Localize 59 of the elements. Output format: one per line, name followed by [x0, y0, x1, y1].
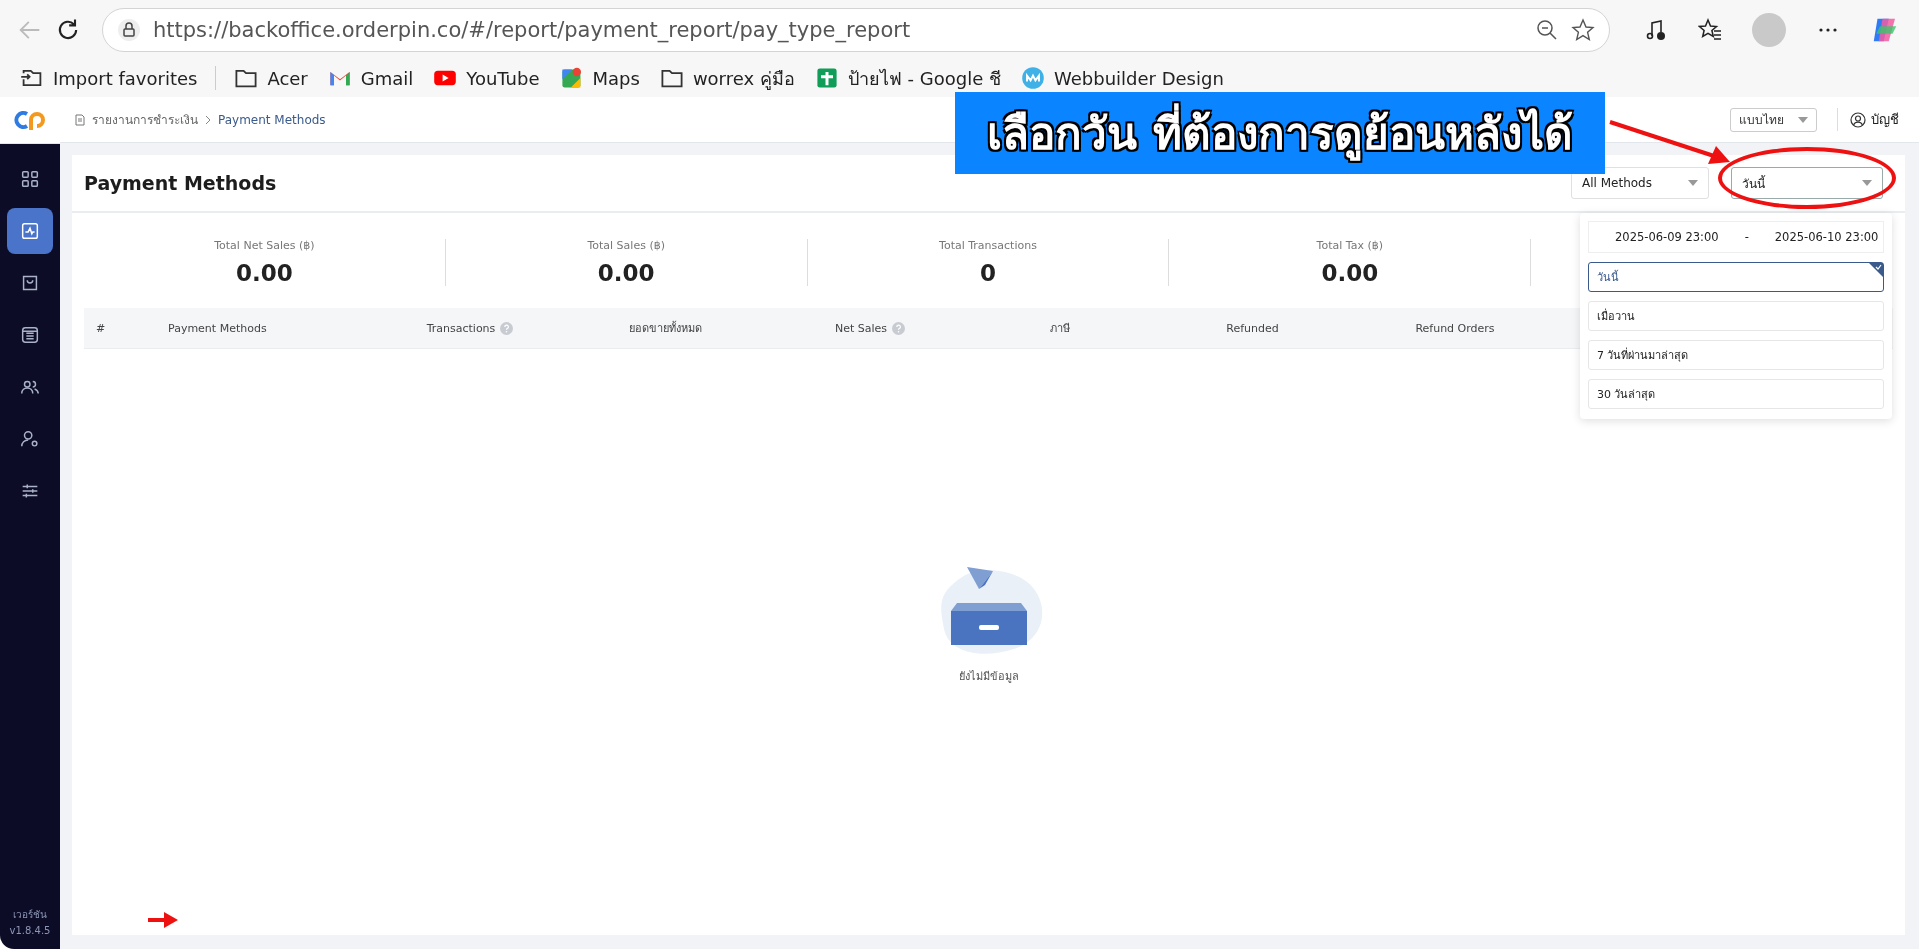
grid-icon	[19, 168, 41, 190]
bookmark[interactable]: Maps	[551, 63, 648, 93]
user-gear-icon	[19, 428, 41, 450]
logo-icon	[13, 109, 47, 131]
caret-icon	[1688, 180, 1698, 186]
stat-value: 0.00	[597, 260, 655, 286]
date-select[interactable]: วันนี้	[1731, 167, 1883, 199]
breadcrumb-current: Payment Methods	[218, 112, 326, 127]
date-option[interactable]: 7 วันที่ผ่านมาล่าสุด	[1588, 340, 1884, 370]
bookmark[interactable]: YouTube	[425, 63, 548, 93]
pulse-icon	[19, 220, 41, 242]
bookmark[interactable]: Gmail	[319, 63, 422, 93]
account-button[interactable]: บัญชี	[1837, 108, 1905, 131]
check-icon	[1869, 263, 1883, 277]
stat-label: Total Sales (฿)	[587, 239, 665, 252]
stat-label: Total Tax (฿)	[1316, 239, 1383, 252]
stat-label: Total Net Sales (฿)	[214, 239, 315, 252]
annotation-banner: เลือกวัน ที่ต้องการดูย้อนหลังได้	[955, 92, 1605, 174]
map-icon	[559, 66, 584, 90]
empty-message: ยังไม่มีข้อมูล	[958, 669, 1019, 685]
zoom-out-icon[interactable]	[1535, 18, 1559, 42]
document-icon	[74, 113, 86, 126]
archive-icon	[19, 324, 41, 346]
star-icon[interactable]	[1571, 18, 1595, 42]
date-option[interactable]: เมื่อวาน	[1588, 301, 1884, 331]
column-header: Refund Orders	[1415, 321, 1495, 335]
address-bar[interactable]: https://backoffice.orderpin.co/#/report/payment_report/pay_type_report	[102, 8, 1610, 52]
stat-value: 0.00	[1321, 260, 1379, 286]
sidebar-item[interactable]	[7, 208, 53, 254]
column-header: #	[96, 321, 106, 335]
column-header: ยอดขายทั้งหมด	[628, 320, 702, 337]
column-header: ภาษี	[1050, 321, 1070, 337]
lock-icon	[117, 18, 141, 42]
stat-value: 0.00	[236, 260, 293, 286]
date-range-field[interactable]: 2025-06-09 23:00 - 2025-06-10 23:00	[1588, 221, 1884, 253]
breadcrumb-link[interactable]: รายงานการชำระเงิน	[92, 110, 198, 129]
chevron-icon	[204, 114, 212, 125]
date-option[interactable]: วันนี้	[1588, 262, 1884, 292]
bookmark[interactable]: Import favorites	[12, 63, 206, 93]
column-header: Net Sales	[834, 321, 888, 335]
stat-label: Total Transactions	[939, 239, 1037, 252]
annotation-arrow	[148, 912, 178, 928]
sheet-icon	[814, 66, 839, 90]
bookmark[interactable]: worrex คู่มือ	[651, 60, 803, 96]
page-title: Payment Methods	[84, 172, 277, 194]
date-option[interactable]: 30 วันล่าสุด	[1588, 379, 1884, 409]
version-text: เวอร์ชัน v1.8.4.5	[9, 908, 51, 938]
user-icon	[1850, 111, 1866, 128]
column-header: Payment Methods	[168, 321, 267, 335]
language-select[interactable]: แบบไทย	[1730, 107, 1817, 132]
caret-icon	[1798, 116, 1808, 123]
column-header: Refunded	[1226, 321, 1279, 335]
column-header: Transactions	[426, 321, 496, 335]
method-select[interactable]: All Methods	[1571, 167, 1709, 199]
bookmark[interactable]: Acer	[226, 63, 316, 93]
music-icon[interactable]	[1644, 18, 1668, 42]
stat-value: 0	[980, 260, 996, 286]
favorites-icon[interactable]	[1698, 18, 1722, 42]
caret-icon	[1862, 180, 1872, 186]
